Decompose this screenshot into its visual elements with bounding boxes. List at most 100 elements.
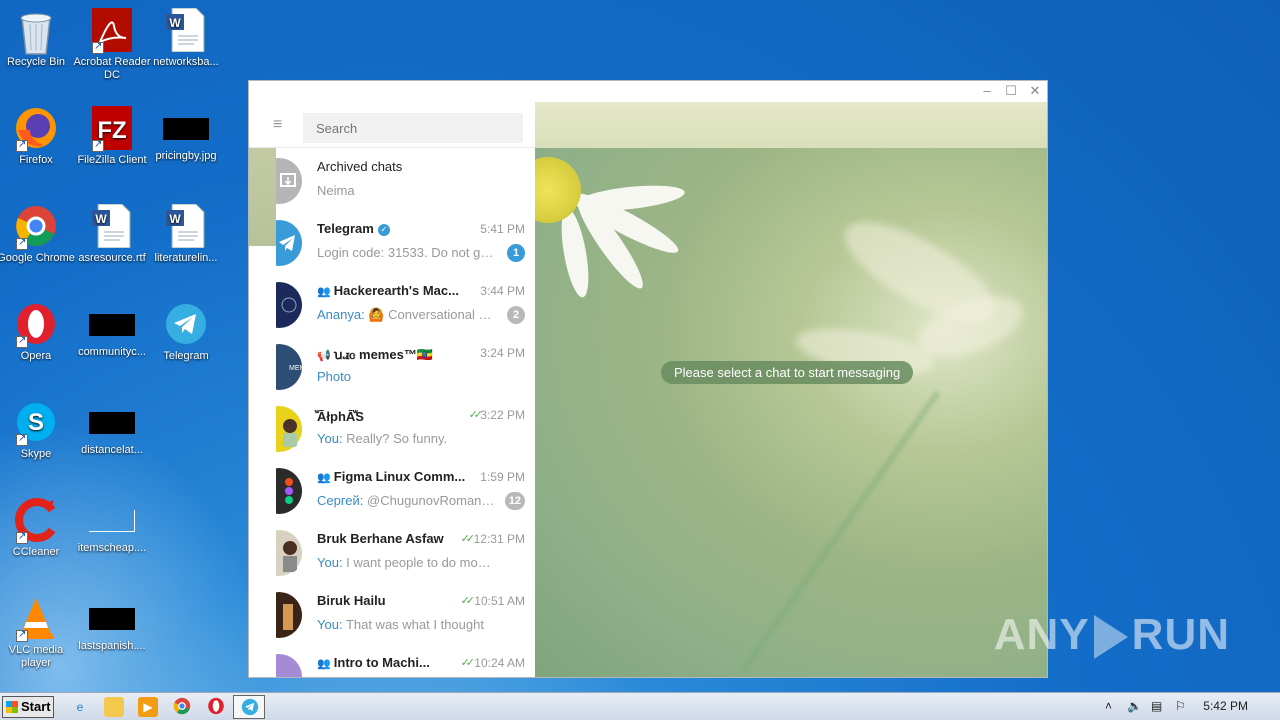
close-button[interactable]: ✕ (1027, 83, 1043, 99)
firefox-icon (14, 106, 58, 152)
desktop-icon-lastspanish[interactable]: lastspanish.... (73, 596, 151, 653)
ccleaner-icon (14, 498, 58, 544)
chat-preview: Photo (317, 369, 351, 384)
desktop-icon-literaturelin[interactable]: W literaturelin... (147, 203, 225, 265)
desktop-icon-recycle-bin[interactable]: Recycle Bin (0, 8, 75, 69)
chat-title: Biruk Hailu (317, 593, 386, 608)
empty-state-message: Please select a chat to start messaging (661, 361, 914, 384)
desktop-icon-filezilla[interactable]: FZ FileZilla Client (73, 106, 151, 167)
group-avatar (276, 468, 305, 514)
desktop-icon-opera[interactable]: Opera (0, 302, 75, 363)
chat-item-telegram[interactable]: Telegram ✓ 5:41 PM Login code: 31533. Do … (249, 211, 535, 273)
chat-item-bruk[interactable]: Bruk Berhane Asfaw ✓✓ 12:31 PM You: I wa… (249, 521, 535, 583)
group-icon: 👥 (317, 658, 334, 670)
svg-text:W: W (169, 16, 181, 30)
user-avatar (276, 406, 305, 452)
desktop-icon-firefox[interactable]: Firefox (0, 106, 75, 167)
desktop-icon-telegram[interactable]: Telegram (147, 302, 225, 363)
volume-icon[interactable]: 🔈 (1127, 699, 1142, 713)
chat-item-hackerearth[interactable]: 👥 Hackerearth's Mac... 3:44 PM Ananya: 🙆… (249, 273, 535, 335)
desktop-icon-label: Recycle Bin (6, 56, 66, 68)
chat-area: Please select a chat to start messaging (535, 102, 1047, 677)
filezilla-icon: FZ (90, 106, 134, 152)
desktop-icon-distancelat[interactable]: distancelat... (73, 400, 151, 457)
desktop-icon-chrome[interactable]: Google Chrome (0, 204, 75, 265)
minimize-button[interactable]: – (979, 83, 995, 99)
window-titlebar[interactable]: – ☐ ✕ (249, 81, 1047, 102)
play-icon (1093, 615, 1128, 660)
sender-name: You: (317, 555, 347, 570)
desktop-icon-networksba[interactable]: W networksba... (147, 7, 225, 69)
search-input[interactable] (303, 113, 523, 143)
chat-title: Telegram (317, 221, 374, 236)
chat-item-figma[interactable]: 👥 Figma Linux Comm... 1:59 PM Сергей: @C… (249, 459, 535, 521)
user-avatar (276, 592, 305, 638)
telegram-window: – ☐ ✕ ≡ Archived chats Neima Telegram✓ (248, 80, 1048, 678)
chat-title: ꭒꮧꮳ memes™🇪🇹 (333, 347, 434, 362)
opera-taskbar-icon[interactable] (206, 697, 226, 717)
internet-explorer-icon[interactable]: e (70, 697, 90, 717)
action-center-flag-icon[interactable]: ⚐ (1175, 699, 1186, 713)
desktop-icon-vlc[interactable]: VLC media player (0, 596, 75, 670)
chat-item-alphas[interactable]: ꙻĀłphĀꙻS ✓✓ 3:22 PM You: Really? So funn… (249, 397, 535, 459)
chat-time: 10:24 AM (474, 656, 525, 670)
desktop-icon-label: Telegram (163, 350, 209, 362)
sender-name: You: (317, 431, 347, 446)
desktop-icon-label: Skype (20, 448, 52, 460)
network-icon[interactable]: ▤ (1151, 699, 1162, 713)
read-ticks-icon: ✓✓ (468, 409, 484, 421)
show-hidden-icons-icon[interactable]: ˄ (1105, 699, 1112, 713)
telegram-taskbar-button[interactable] (233, 695, 265, 719)
group-avatar (276, 282, 305, 328)
media-player-icon[interactable]: ▶ (138, 697, 158, 717)
chat-title: ꙻĀłphĀꙻS (317, 409, 364, 424)
chrome-icon (14, 204, 58, 250)
chat-preview: Really? So funny. (346, 431, 448, 446)
start-button[interactable]: Start (2, 696, 54, 718)
word-document-icon: W (164, 203, 208, 249)
chat-title: Bruk Berhane Asfaw (317, 531, 444, 546)
redacted-thumbnail-icon (89, 314, 135, 336)
read-ticks-icon: ✓✓ (460, 657, 476, 669)
read-ticks-icon: ✓✓ (460, 595, 476, 607)
watermark-text-left: ANY (993, 610, 1090, 659)
desktop-icon-itemscheap[interactable]: itemscheap.... (73, 498, 151, 555)
menu-icon[interactable]: ≡ (273, 116, 282, 134)
desktop-icon-label: Google Chrome (0, 252, 75, 264)
desktop-icon-label: networksba... (153, 56, 219, 68)
group-icon: 👥 (317, 286, 334, 298)
chat-preview: I want people to do more re... (346, 555, 495, 570)
chat-item-intro-ml[interactable]: 👥 Intro to Machi... ✓✓ 10:24 AM (249, 645, 535, 677)
system-tray: ˄ 🔈 ▤ ⚐ 5:42 PM (1105, 693, 1280, 720)
chrome-taskbar-icon[interactable] (172, 697, 192, 717)
taskbar: Start e ▶ ˄ 🔈 ▤ ⚐ 5:42 PM (0, 692, 1280, 720)
megaphone-icon: 📢 (317, 350, 334, 362)
file-explorer-icon[interactable] (104, 697, 124, 717)
desktop-icon-acrobat[interactable]: Acrobat Reader DC (73, 8, 151, 82)
desktop-icon-pricingby[interactable]: pricingby.jpg (147, 106, 225, 163)
chat-item-biruk[interactable]: Biruk Hailu ✓✓ 10:51 AM You: That was wh… (249, 583, 535, 645)
chat-time: 12:31 PM (473, 532, 525, 546)
desktop-icon-asresource[interactable]: W asresource.rtf (73, 203, 151, 265)
chat-time: 3:44 PM (480, 284, 525, 298)
chat-preview: Login code: 31533. Do not giv... (317, 245, 495, 260)
desktop-icon-ccleaner[interactable]: CCleaner (0, 498, 75, 559)
chat-preview: That was what I thought (345, 617, 484, 632)
desktop-icon-label: distancelat... (81, 444, 143, 456)
desktop-icon-label: lastspanish.... (78, 640, 146, 652)
redacted-thumbnail-icon (89, 608, 135, 630)
chat-item-memes[interactable]: MEME 📢 ꭒꮧꮳ memes™🇪🇹 3:24 PM Photo (249, 335, 535, 397)
unread-badge: 2 (507, 306, 525, 324)
unread-badge: 1 (507, 244, 525, 262)
svg-text:S: S (28, 409, 44, 436)
redacted-thumbnail-icon (89, 412, 135, 434)
chat-preview: @ChugunovRoman ... (367, 493, 495, 508)
maximize-button[interactable]: ☐ (1003, 83, 1019, 99)
vlc-icon (14, 596, 58, 642)
desktop-icon-communityc[interactable]: communityc... (73, 302, 151, 359)
clock[interactable]: 5:42 PM (1203, 699, 1248, 713)
desktop-icon-skype[interactable]: S Skype (0, 400, 75, 461)
telegram-icon (164, 302, 208, 346)
sender-name: Ananya: (317, 307, 369, 322)
chat-item-archived[interactable]: Archived chats Neima (249, 149, 535, 211)
